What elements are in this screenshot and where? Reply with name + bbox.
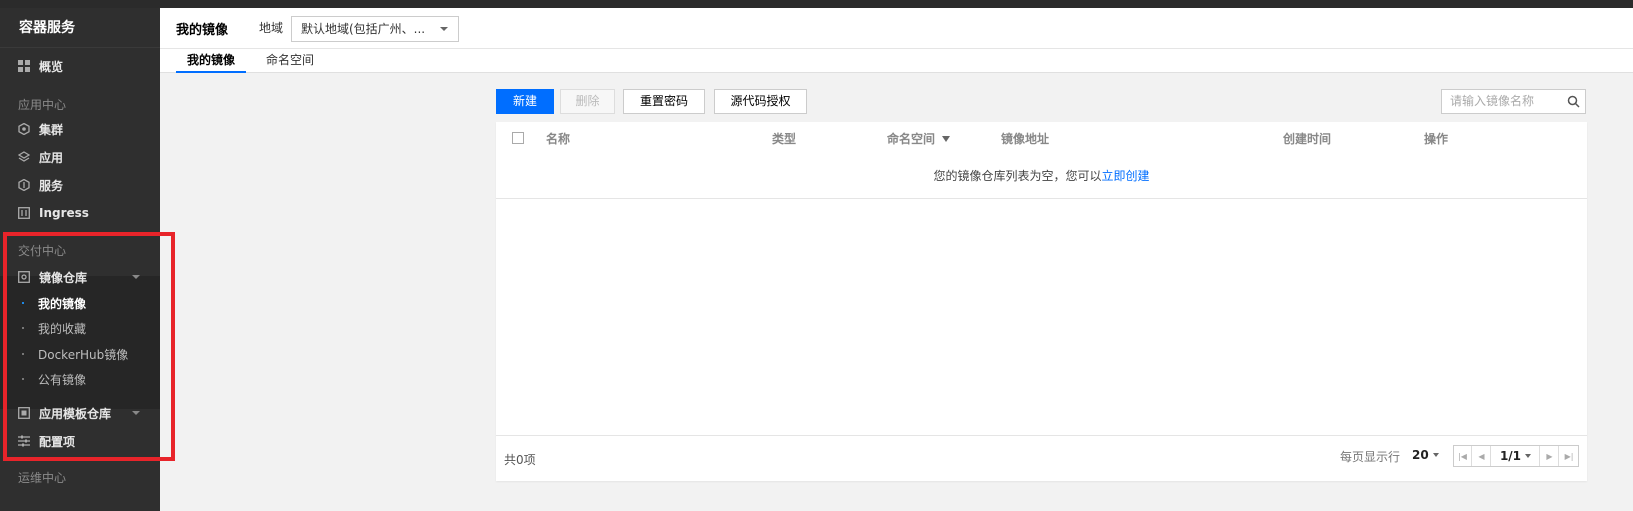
hexagon-icon [18,123,30,135]
sidebar-item-cluster[interactable]: 集群 [0,116,160,142]
sidebar-item-ingress[interactable]: Ingress [0,200,160,226]
page-select[interactable]: 1/1 [1492,446,1540,466]
search-input[interactable]: 请输入镜像名称 [1441,89,1586,114]
page-header: 我的镜像 地域 默认地域(包括广州、... [160,8,1633,49]
new-button[interactable]: 新建 [496,89,554,114]
select-all-checkbox[interactable] [512,132,524,144]
pagination: |◀ ◀ 1/1 ▶ ▶| [1453,445,1579,467]
per-page-label: 每页显示行 [1340,450,1401,464]
total-count: 共0项 [504,453,536,467]
tab-my-images[interactable]: 我的镜像 [176,51,246,73]
region-select[interactable]: 默认地域(包括广州、... [291,16,459,42]
sidebar-title: 容器服务 [0,8,160,48]
source-auth-button[interactable]: 源代码授权 [714,89,807,114]
tab-bar: 我的镜像 命名空间 [160,49,1633,73]
sidebar-item-label: 集群 [39,122,64,137]
sidebar-item-application[interactable]: 应用 [0,144,160,170]
col-actions: 操作 [1424,132,1449,146]
page-title: 我的镜像 [176,23,229,38]
sidebar-item-label: 服务 [39,178,64,193]
table-header: 名称 类型 命名空间 镜像地址 创建时间 操作 [496,122,1587,154]
reset-password-button[interactable]: 重置密码 [623,89,705,114]
layers-icon [18,151,30,163]
region-select-value: 默认地域(包括广州、... [301,22,426,36]
sidebar-item-label: Ingress [39,206,89,220]
red-highlight-box [3,232,175,461]
chevron-down-icon [440,27,448,31]
first-page-icon[interactable]: |◀ [1454,446,1472,466]
sidebar-item-overview[interactable]: 概览 [0,53,160,79]
col-type: 类型 [772,132,797,146]
sidebar-item-service[interactable]: 服务 [0,172,160,198]
col-namespace[interactable]: 命名空间 [887,130,951,147]
table-footer: 共0项 每页显示行 20 |◀ ◀ 1/1 ▶ ▶| [496,435,1587,481]
empty-message-row: 您的镜像仓库列表为空，您可以立即创建 [496,154,1587,199]
prev-page-icon[interactable]: ◀ [1473,446,1491,466]
per-page-value: 20 [1412,448,1429,462]
col-created-time: 创建时间 [1283,132,1332,146]
filter-icon[interactable] [942,136,951,142]
empty-message: 您的镜像仓库列表为空，您可以 [933,169,1102,183]
ingress-icon [18,207,30,219]
top-bar [0,0,1633,8]
create-now-link[interactable]: 立即创建 [1102,169,1150,183]
sidebar-item-label: 概览 [39,59,64,74]
col-name: 名称 [546,132,571,146]
region-label: 地域 [259,21,284,35]
chevron-down-icon [1432,453,1439,457]
sidebar-item-label: 应用 [39,150,64,165]
image-table: 名称 类型 命名空间 镜像地址 创建时间 操作 您的镜像仓库列表为空，您可以立即… [496,122,1587,481]
last-page-icon[interactable]: ▶| [1560,446,1578,466]
grid-icon [18,60,30,72]
section-ops-center: 运维中心 [18,471,67,485]
page-indicator: 1/1 [1499,449,1522,463]
search-icon[interactable] [1567,95,1580,108]
col-image-address: 镜像地址 [1001,132,1050,146]
col-namespace-label: 命名空间 [887,132,936,146]
chevron-down-icon [1525,454,1532,458]
search-placeholder: 请输入镜像名称 [1450,94,1535,108]
section-app-center: 应用中心 [18,98,67,112]
tab-namespace[interactable]: 命名空间 [266,51,314,73]
next-page-icon[interactable]: ▶ [1541,446,1559,466]
delete-button[interactable]: 删除 [560,89,615,114]
service-icon [18,179,30,191]
per-page-select[interactable]: 20 [1412,448,1439,462]
